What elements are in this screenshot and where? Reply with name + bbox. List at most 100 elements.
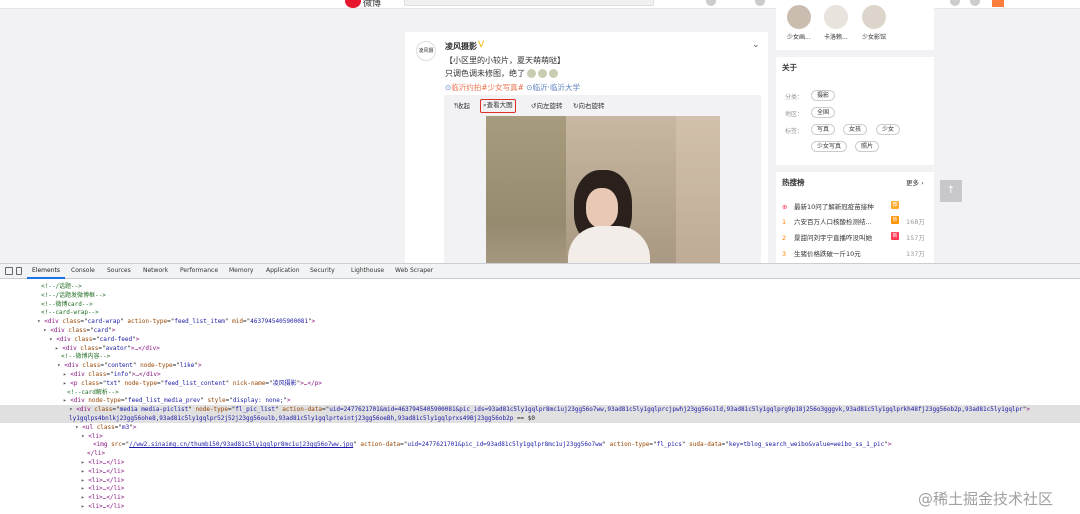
dom-node-line[interactable]: ▾ <li> [81, 432, 103, 441]
dom-node-line[interactable]: ▾ <div class="card"> [43, 326, 115, 335]
hot-badge: 荐 [891, 201, 899, 209]
dom-node-line[interactable]: ▸ <div class="avator">…</div> [55, 344, 160, 353]
fan-avatar[interactable] [824, 5, 848, 29]
about-panel: 关于 分类： 摄影 地区： 全国 标签： 写真 女孩 少女 少女写真 照片 [776, 57, 934, 165]
dom-node-line[interactable]: ▸ <li>…</li> [81, 493, 124, 502]
dom-node-line[interactable]: <img src="//ww2.sinaimg.cn/thumb150/93ad… [93, 440, 892, 449]
home-icon[interactable] [706, 0, 716, 6]
dom-node-line[interactable]: ly1gqlps4bnlkj23gg56ohe8,93ad81c5ly1gqlp… [69, 414, 535, 423]
hot-item[interactable]: ⊕ 最新10问了解新冠疫苗接种 荐 [782, 201, 932, 211]
region-label: 地区： [785, 111, 804, 118]
dom-node-line[interactable]: <!--card解析--> [67, 388, 119, 397]
tag-chip[interactable]: 写真 [811, 124, 836, 135]
region-chip[interactable]: 全国 [811, 107, 836, 118]
category-chip[interactable]: 摄影 [811, 90, 836, 101]
tab-console[interactable]: Console [71, 267, 95, 274]
tags-label: 标签： [785, 128, 804, 135]
category-label: 分类： [785, 94, 804, 101]
tag-link[interactable]: 临沂约拍 [451, 83, 481, 92]
active-tab-indicator [27, 277, 65, 279]
dom-node-line[interactable]: ▸ <li>…</li> [81, 467, 124, 476]
device-toggle-icon[interactable] [16, 267, 22, 275]
hot-search-title: 热搜榜 [782, 178, 805, 187]
fan-name[interactable]: 少女画... [787, 32, 811, 41]
screenshot: 微博 凌风摄影 凌风摄影 V ⌄ 【小区里的小较片，夏天萌萌哒】 只调色调未修图… [0, 0, 1080, 514]
hot-count: 157万 [906, 234, 925, 242]
collapse-label: 收起 [456, 102, 470, 110]
tab-application[interactable]: Application [266, 267, 300, 274]
user-name[interactable]: 凌风摄影 [445, 41, 477, 52]
photo-background [676, 116, 720, 263]
web-page: 微博 凌风摄影 凌风摄影 V ⌄ 【小区里的小较片，夏天萌萌哒】 只调色调未修图… [0, 0, 1080, 263]
hot-badge: 热 [891, 216, 899, 224]
dom-node-line[interactable]: <!--/话题--> [41, 282, 82, 291]
tab-performance[interactable]: Performance [180, 267, 218, 274]
dom-node-line[interactable]: ▸ <li>…</li> [81, 458, 124, 467]
hot-item[interactable]: 3 生猪价格跌破一斤10元 137万 [782, 248, 932, 258]
tag-chip[interactable]: 照片 [855, 141, 880, 152]
devtools-tabbar: Elements Console Sources Network Perform… [0, 264, 1080, 279]
inspect-element-icon[interactable] [5, 267, 13, 275]
tab-memory[interactable]: Memory [229, 267, 253, 274]
message-icon[interactable] [950, 0, 960, 6]
dom-node-line[interactable]: ▾ <div class="card-wrap" action-type="fe… [37, 317, 315, 326]
dom-node-line[interactable]: ▾ <div class="content" node-type="like"> [57, 361, 202, 370]
topic-link[interactable]: #少女写真# [481, 83, 524, 92]
dom-node-line[interactable]: <!--card-wrap--> [41, 308, 99, 317]
chevron-down-icon[interactable]: ⌄ [752, 40, 760, 50]
dom-node-line[interactable]: <!--微博card--> [41, 300, 93, 309]
dom-node-line[interactable]: ▸ <li>…</li> [81, 476, 124, 485]
post-photo[interactable] [486, 116, 720, 263]
avatar[interactable]: 凌风摄影 [416, 41, 436, 61]
scroll-to-top-button[interactable]: ↑ [940, 180, 962, 202]
dom-node-line[interactable]: ▸ <p class="txt" node-type="feed_list_co… [63, 379, 322, 388]
tag-chip[interactable]: 少女写真 [811, 141, 848, 152]
dom-node-line[interactable]: <!--/话题发微博框--> [41, 291, 106, 300]
dom-node-line[interactable]: <!--微博内容--> [61, 352, 110, 361]
emoji-icon [538, 69, 547, 78]
view-large-button[interactable]: ⌕查看大图 [480, 99, 516, 113]
fan-avatar[interactable] [787, 5, 811, 29]
location-link[interactable]: 临沂·临沂大学 [533, 83, 580, 92]
fan-avatar[interactable] [862, 5, 886, 29]
hot-item[interactable]: 1 六安百万人口核酸检测结... 热 168万 [782, 216, 932, 226]
fan-name[interactable]: 卡洛赖... [824, 32, 848, 41]
fan-name[interactable]: 少女影馆 [862, 32, 886, 41]
rotate-left-label: 向左旋转 [536, 102, 563, 110]
hot-item-text: 最新10问了解新冠疫苗接种 [794, 203, 874, 211]
more-link[interactable]: 更多 › [906, 177, 924, 187]
hot-item[interactable]: 2 景甜问刘宇宁直播咋没叫她 新 157万 [782, 232, 932, 242]
compose-button[interactable] [992, 0, 1004, 7]
video-icon[interactable] [755, 0, 765, 6]
dom-node-line[interactable]: ▸ <li>…</li> [81, 484, 124, 493]
post-text-line1: 【小区里的小较片，夏天萌萌哒】 [445, 56, 565, 65]
photo-subject-shirt [568, 226, 650, 263]
rotate-left-button[interactable]: ↺向左旋转 [529, 99, 564, 113]
dom-node-line[interactable]: ▸ <li>…</li> [81, 502, 124, 511]
collapse-button[interactable]: ⤒收起 [452, 99, 472, 113]
settings-icon[interactable] [970, 0, 980, 6]
tab-sources[interactable]: Sources [107, 267, 131, 274]
view-large-label: 查看大图 [486, 101, 513, 109]
tab-elements[interactable]: Elements [32, 267, 60, 274]
search-input[interactable] [404, 0, 654, 6]
hot-search-panel: 热搜榜 更多 › ⊕ 最新10问了解新冠疫苗接种 荐 1 六安百万人口核酸检测结..… [776, 172, 934, 263]
tag-chip[interactable]: 少女 [876, 124, 901, 135]
rotate-right-button[interactable]: ↻向右旋转 [571, 99, 606, 113]
tab-security[interactable]: Security [310, 267, 335, 274]
dom-node-line[interactable]: ▸ <div class="info">…</div> [63, 370, 161, 379]
dom-node-line[interactable]: ▾ <div class="card-feed"> [49, 335, 139, 344]
dom-node-line[interactable]: ▾ <ul class="m3"> [75, 423, 136, 432]
logo-text[interactable]: 微博 [363, 0, 381, 9]
dom-node-line[interactable]: ▾ <div class="media media-piclist" node-… [69, 405, 1030, 414]
emoji-icon [527, 69, 536, 78]
dom-node-line[interactable]: </li> [87, 449, 105, 458]
tab-lighthouse[interactable]: Lighthouse [351, 267, 384, 274]
tag-chip[interactable]: 女孩 [843, 124, 868, 135]
about-title: 关于 [782, 63, 797, 72]
weibo-logo-icon[interactable] [345, 0, 361, 8]
tab-web-scraper[interactable]: Web Scraper [395, 267, 433, 274]
tab-network[interactable]: Network [143, 267, 168, 274]
dom-node-line[interactable]: ▸ <div node-type="feed_list_media_prev" … [63, 396, 291, 405]
rotate-right-label: 向右旋转 [578, 102, 605, 110]
